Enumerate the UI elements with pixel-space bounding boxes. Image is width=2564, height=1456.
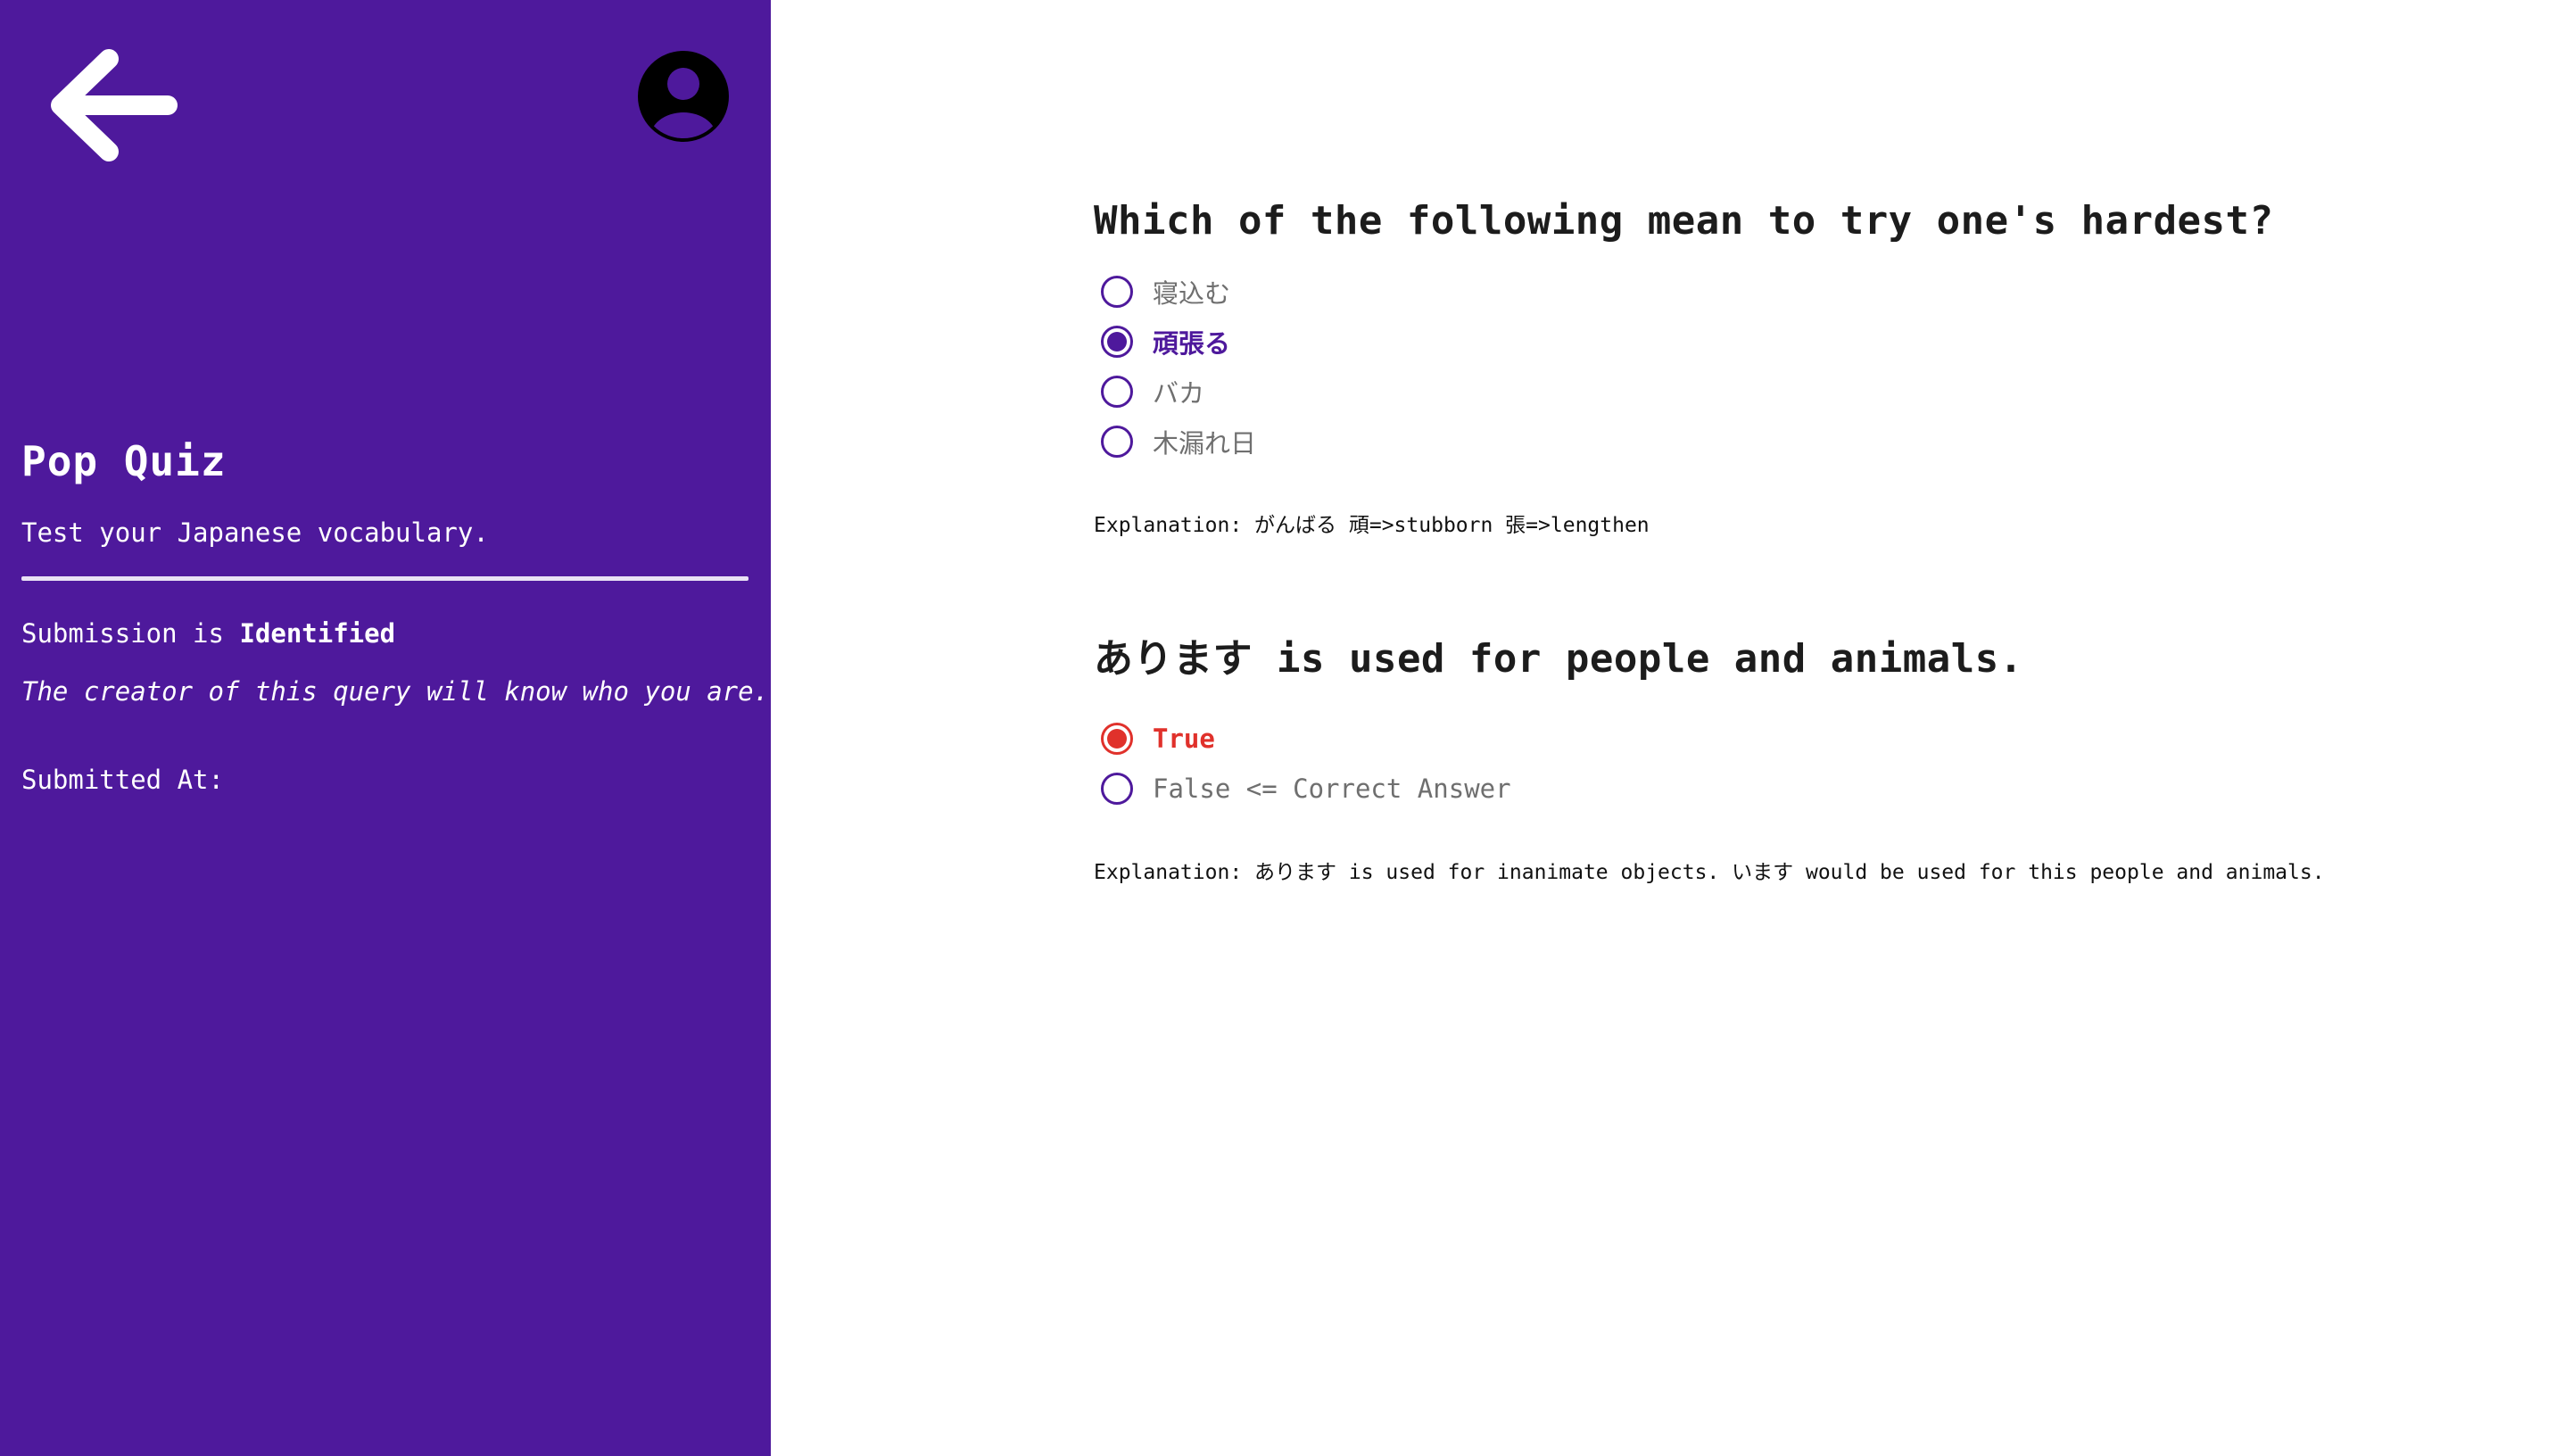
radio-circle-icon[interactable] xyxy=(1101,426,1133,458)
question-text: あります is used for people and animals. xyxy=(1094,636,2023,682)
arrow-left-icon xyxy=(51,49,178,161)
option-radio-false[interactable]: False <= Correct Answer xyxy=(1094,764,2539,814)
question-text: Which of the following mean to try one's… xyxy=(1094,198,2274,244)
option-label: バカ xyxy=(1153,378,1205,409)
answer-options: True False <= Correct Answer xyxy=(1094,714,2539,814)
option-radio-1[interactable]: 寝込む xyxy=(1094,267,2539,317)
radio-circle-icon[interactable] xyxy=(1101,773,1133,805)
radio-circle-icon[interactable] xyxy=(1101,376,1133,408)
submitted-at-label: Submitted At: xyxy=(21,765,224,795)
option-label: 寝込む xyxy=(1153,278,1231,309)
submission-status-value: Identified xyxy=(239,618,396,649)
user-avatar-icon xyxy=(638,51,729,142)
option-label: 木漏れ日 xyxy=(1153,428,1257,459)
option-radio-true[interactable]: True xyxy=(1094,714,2539,764)
answer-options: 寝込む 頑張る バカ 木漏れ日 xyxy=(1094,267,2539,467)
option-radio-4[interactable]: 木漏れ日 xyxy=(1094,417,2539,467)
identity-note: The creator of this query will know who … xyxy=(21,676,770,707)
option-label: False <= Correct Answer xyxy=(1153,774,1511,804)
question-2: あります is used for people and animals. Tru… xyxy=(1094,626,2539,885)
radio-wrong-selected-icon[interactable] xyxy=(1101,723,1133,755)
radio-selected-icon[interactable] xyxy=(1101,326,1133,358)
radio-circle-icon[interactable] xyxy=(1101,276,1133,308)
quiz-description: Test your Japanese vocabulary. xyxy=(21,517,489,548)
back-button[interactable] xyxy=(45,43,178,168)
option-label: True xyxy=(1153,724,1215,754)
submission-status: Submission is Identified xyxy=(21,618,395,649)
question-1: Which of the following mean to try one's… xyxy=(1094,198,2539,538)
sidebar-divider xyxy=(21,576,749,581)
sidebar: Pop Quiz Test your Japanese vocabulary. … xyxy=(0,0,771,1456)
explanation-text: Explanation: がんばる 頑=>stubborn 張=>lengthe… xyxy=(1094,514,1650,537)
option-label: 頑張る xyxy=(1153,328,1231,359)
user-avatar-button[interactable] xyxy=(637,50,730,143)
quiz-title: Pop Quiz xyxy=(21,437,227,485)
option-radio-3[interactable]: バカ xyxy=(1094,367,2539,417)
submission-prefix: Submission is xyxy=(21,618,240,649)
explanation-text: Explanation: あります is used for inanimate … xyxy=(1094,861,2325,884)
option-radio-2[interactable]: 頑張る xyxy=(1094,317,2539,367)
quiz-results-panel: Which of the following mean to try one's… xyxy=(771,0,2564,1456)
